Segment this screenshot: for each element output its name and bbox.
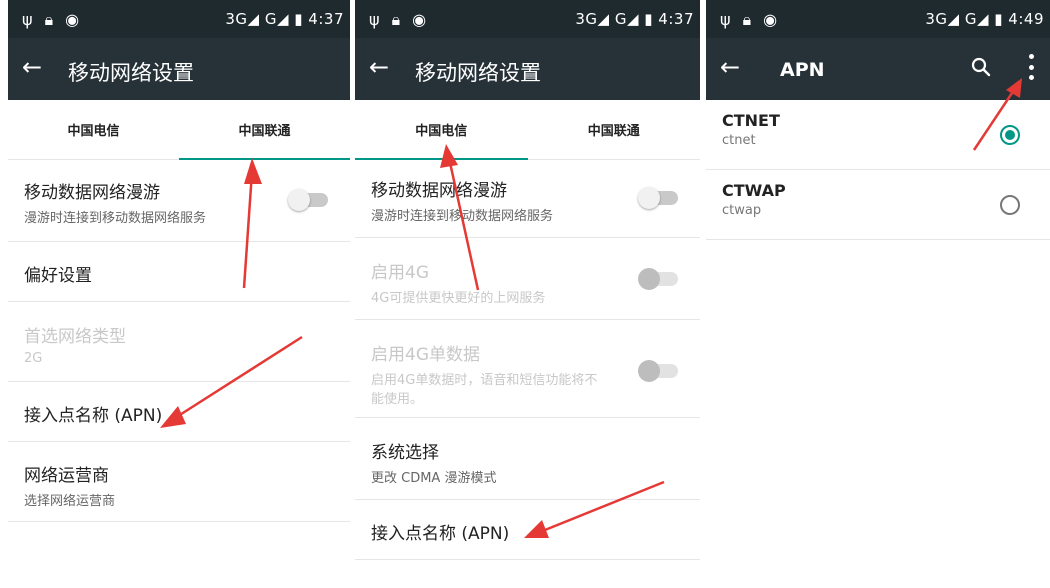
status-indicators: 3G◢ G◢ ▮ 4:37 — [225, 10, 344, 28]
tab-china-unicom[interactable]: 中国联通 — [528, 100, 701, 159]
apn-name: CTWAP — [722, 181, 786, 200]
toggle-knob — [638, 187, 660, 209]
toggle-knob — [638, 268, 660, 290]
setting-title: 启用4G单数据 — [371, 345, 480, 365]
enable-4g-toggle — [638, 268, 678, 290]
status-bar: ψ 🔒︎ ◉ 3G◢ G◢ ▮ 4:49 — [706, 0, 1050, 38]
app-bar: ← 移动网络设置 — [355, 38, 700, 100]
screenshot-panel-3: ψ 🔒︎ ◉ 3G◢ G◢ ▮ 4:49 ← APN CTNET ctnet C… — [706, 0, 1050, 588]
android-icon: ◉ — [65, 10, 80, 29]
setting-subtitle: 2G — [24, 351, 43, 366]
android-icon: ◉ — [412, 10, 427, 29]
lock-icon: 🔒︎ — [742, 10, 752, 29]
status-indicators: 3G◢ G◢ ▮ 4:49 — [925, 10, 1044, 28]
usb-icon: ψ — [720, 10, 731, 29]
setting-preferences[interactable]: 偏好设置 — [8, 242, 350, 302]
apn-item-ctwap[interactable]: CTWAP ctwap — [706, 170, 1050, 240]
setting-system-select[interactable]: 系统选择 更改 CDMA 漫游模式 — [355, 418, 700, 500]
apn-radio-unselected[interactable] — [1000, 195, 1020, 215]
enable-4g-data-only-toggle — [638, 360, 678, 382]
more-options-icon[interactable] — [1028, 54, 1034, 80]
carrier-tabs: 中国电信 中国联通 — [355, 100, 700, 160]
setting-title: 接入点名称 (APN) — [24, 406, 163, 426]
setting-subtitle: 选择网络运营商 — [24, 494, 116, 509]
back-arrow-icon[interactable]: ← — [369, 55, 389, 79]
back-arrow-icon[interactable]: ← — [720, 55, 740, 79]
page-title: 移动网络设置 — [68, 61, 194, 85]
page-title: APN — [780, 59, 825, 81]
setting-subtitle: 启用4G单数据时，语音和短信功能将不能使用。 — [371, 373, 598, 407]
setting-enable-4g-data-only: 启用4G单数据 启用4G单数据时，语音和短信功能将不能使用。 — [355, 320, 700, 418]
toggle-knob — [288, 189, 310, 211]
setting-subtitle: 更改 CDMA 漫游模式 — [371, 471, 497, 486]
usb-icon: ψ — [369, 10, 380, 29]
search-icon[interactable] — [970, 56, 992, 78]
setting-data-roaming[interactable]: 移动数据网络漫游 漫游时连接到移动数据网络服务 — [8, 160, 350, 242]
setting-network-operator[interactable]: 网络运营商 选择网络运营商 — [8, 442, 350, 522]
roaming-toggle[interactable] — [288, 189, 328, 211]
tab-china-unicom[interactable]: 中国联通 — [179, 100, 350, 159]
apn-radio-selected[interactable] — [1000, 125, 1020, 145]
usb-icon: ψ — [22, 10, 33, 29]
apn-item-ctnet[interactable]: CTNET ctnet — [706, 100, 1050, 170]
setting-title: 网络运营商 — [24, 466, 109, 486]
back-arrow-icon[interactable]: ← — [22, 55, 42, 79]
carrier-tabs: 中国电信 中国联通 — [8, 100, 350, 160]
lock-icon: 🔒︎ — [391, 10, 401, 29]
setting-title: 接入点名称 (APN) — [371, 524, 510, 544]
toggle-knob — [638, 360, 660, 382]
screenshot-panel-1: ψ 🔒︎ ◉ 3G◢ G◢ ▮ 4:37 ← 移动网络设置 中国电信 中国联通 … — [8, 0, 350, 588]
setting-preferred-network-type: 首选网络类型 2G — [8, 302, 350, 382]
app-bar: ← APN — [706, 38, 1050, 100]
setting-apn[interactable]: 接入点名称 (APN) — [8, 382, 350, 442]
screenshot-panel-2: ψ 🔒︎ ◉ 3G◢ G◢ ▮ 4:37 ← 移动网络设置 中国电信 中国联通 … — [355, 0, 700, 588]
setting-title: 首选网络类型 — [24, 327, 126, 347]
setting-enable-4g: 启用4G 4G可提供更快更好的上网服务 — [355, 238, 700, 320]
tab-china-telecom[interactable]: 中国电信 — [355, 100, 528, 159]
page-title: 移动网络设置 — [415, 61, 541, 85]
apn-name: CTNET — [722, 111, 780, 130]
android-icon: ◉ — [763, 10, 778, 29]
setting-title: 系统选择 — [371, 443, 439, 463]
status-bar: ψ 🔒︎ ◉ 3G◢ G◢ ▮ 4:37 — [8, 0, 350, 38]
setting-apn[interactable]: 接入点名称 (APN) — [355, 500, 700, 560]
setting-title: 偏好设置 — [24, 266, 92, 286]
lock-icon: 🔒︎ — [44, 10, 54, 29]
tab-china-telecom[interactable]: 中国电信 — [8, 100, 179, 159]
setting-data-roaming[interactable]: 移动数据网络漫游 漫游时连接到移动数据网络服务 — [355, 160, 700, 238]
roaming-toggle[interactable] — [638, 187, 678, 209]
status-bar: ψ 🔒︎ ◉ 3G◢ G◢ ▮ 4:37 — [355, 0, 700, 38]
app-bar: ← 移动网络设置 — [8, 38, 350, 100]
status-indicators: 3G◢ G◢ ▮ 4:37 — [575, 10, 694, 28]
